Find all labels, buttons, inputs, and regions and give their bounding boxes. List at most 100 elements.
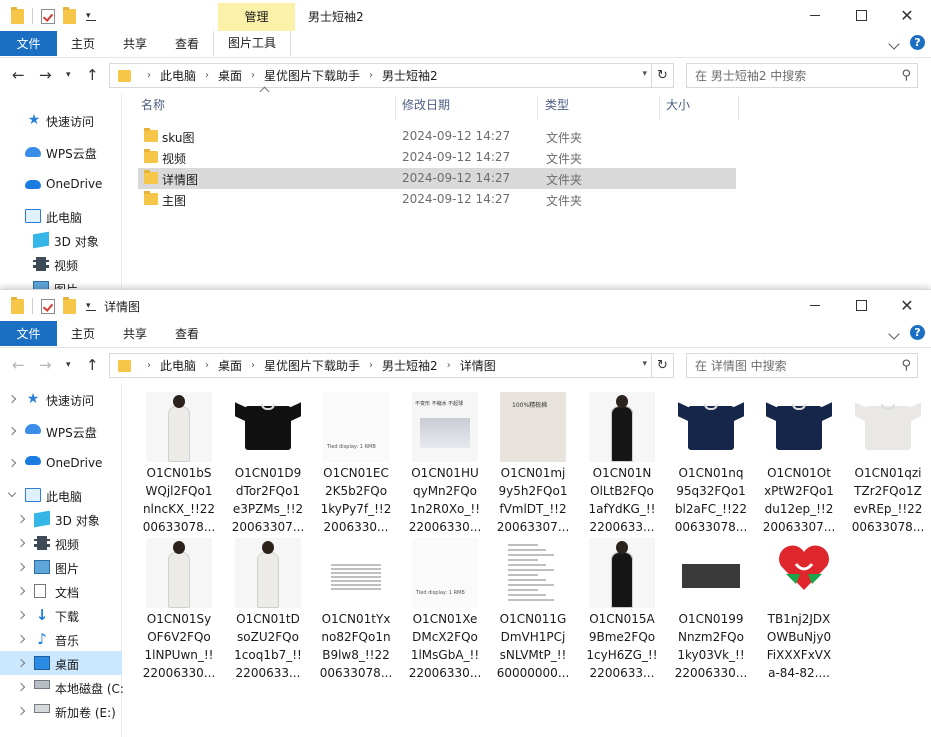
minimize-button[interactable] [792,290,838,321]
recent-dropdown-icon[interactable]: ▾ [66,70,71,80]
crumb-desktop[interactable]: 桌面 [218,357,242,374]
address-bar[interactable]: › 此电脑 › 桌面 › 星优图片下载助手 › 男士短袖2 ▾ ↻ [109,63,674,88]
file-thumbnail[interactable]: O1CN0199 Nnzm2FQo 1ky03Vk_!! 22006330... [668,538,754,683]
crumb-downloader[interactable]: 星优图片下载助手 [264,67,360,84]
nav-onedrive[interactable]: OneDrive [0,172,122,196]
chevron-right-icon[interactable] [16,562,26,572]
column-divider[interactable] [537,96,538,120]
search-input[interactable]: 在 男士短袖2 中搜索 ⚲ [686,63,918,88]
recent-dropdown-icon[interactable]: ▾ [66,360,71,370]
back-arrow-icon[interactable]: ← [12,66,25,84]
folder-icon[interactable] [11,6,24,24]
new-folder-icon[interactable] [63,6,76,24]
search-input[interactable]: 在 详情图 中搜索 ⚲ [686,353,918,378]
file-thumbnail[interactable]: O1CN011G DmVH1PCj sNLVMtP_!! 60000000... [490,538,576,683]
up-arrow-icon[interactable]: ↑ [86,66,99,84]
address-dropdown-icon[interactable]: ▾ [642,359,647,369]
tab-file[interactable]: 文件 [0,31,57,56]
table-row[interactable]: 详情图 2024-09-12 14:27 文件夹 [138,168,736,189]
nav-downloads[interactable]: ↓ 下载 [0,603,122,627]
column-header-date[interactable]: 修改日期 [402,96,450,118]
forward-arrow-icon[interactable]: → [39,356,52,374]
refresh-icon[interactable]: ↻ [651,354,673,377]
column-divider[interactable] [395,96,396,120]
tab-home[interactable]: 主页 [57,35,109,52]
file-thumbnail[interactable]: TB1nj2JDX OWBuNjy0 FiXXXFxVX a-84-82.... [756,538,842,683]
chevron-down-icon[interactable] [888,328,900,340]
nav-quick-access[interactable]: ★ 快速访问 [0,387,122,411]
file-thumbnail[interactable]: O1CN01bS WQjl2FQo1 nlncKX_!!22 00633078... [136,392,222,537]
chevron-down-icon[interactable] [7,488,17,498]
tab-view[interactable]: 查看 [161,325,213,342]
tab-home[interactable]: 主页 [57,325,109,342]
properties-icon[interactable] [41,8,55,24]
crumb-this-pc[interactable]: 此电脑 [160,67,196,84]
crumb-this-pc[interactable]: 此电脑 [160,357,196,374]
address-bar[interactable]: › 此电脑 › 桌面 › 星优图片下载助手 › 男士短袖2 › 详情图 ▾ ↻ [109,353,674,378]
chevron-right-icon[interactable] [16,610,26,620]
nav-desktop[interactable]: 桌面 [0,651,122,675]
nav-local-disk-c[interactable]: 本地磁盘 (C: [0,675,124,699]
nav-documents[interactable]: 文档 [0,579,122,603]
table-row[interactable]: sku图 2024-09-12 14:27 文件夹 [138,126,736,147]
forward-arrow-icon[interactable]: → [39,66,52,84]
close-button[interactable]: ✕ [884,290,930,321]
file-thumbnail[interactable]: O1CN01Ot xPtW2FQo1 du12ep_!!2 20063307... [756,392,842,537]
customize-toolbar-icon[interactable]: ▾ [86,301,96,311]
file-thumbnail[interactable]: 不变形 不缩水 不起球 O1CN01HU qyMn2FQo 1n2R0Xo_!! 220… [402,392,488,537]
file-thumbnail[interactable]: Tied display: 1 RMB O1CN01Xe DMcX2FQo 1lMsG… [402,538,488,683]
folder-icon[interactable] [11,296,24,314]
customize-toolbar-icon[interactable]: ▾ [86,11,96,21]
tab-share[interactable]: 共享 [109,35,161,52]
chevron-right-icon[interactable] [16,634,26,644]
file-thumbnail[interactable]: Tied display: 1 RMB O1CN01EC 2K5b2FQo 1kyPy… [313,392,399,537]
nav-this-pc[interactable]: 此电脑 [0,204,122,228]
nav-volume-e[interactable]: 新加卷 (E:) [0,699,122,723]
minimize-button[interactable] [792,0,838,31]
tab-manage[interactable]: 管理 [218,3,295,31]
nav-pictures[interactable]: 图片 [0,555,122,579]
crumb-downloader[interactable]: 星优图片下载助手 [264,357,360,374]
column-header-type[interactable]: 类型 [545,96,569,118]
table-row[interactable]: 视频 2024-09-12 14:27 文件夹 [138,147,736,168]
nav-3d-objects[interactable]: 3D 对象 [0,507,122,531]
file-thumbnail[interactable]: 100%精梳棉 O1CN01mj 9y5h2FQo1 fVmlDT_!!2 200633… [490,392,576,537]
nav-videos[interactable]: 视频 [0,252,122,276]
help-icon[interactable]: ? [910,35,925,50]
tab-share[interactable]: 共享 [109,325,161,342]
column-header-name[interactable]: 名称 [141,96,165,118]
nav-wps-cloud[interactable]: WPS云盘 [0,140,122,164]
file-thumbnail[interactable]: O1CN01tD soZU2FQo 1coq1b7_!! 2200633... [225,538,311,683]
crumb-desktop[interactable]: 桌面 [218,67,242,84]
properties-icon[interactable] [41,298,55,314]
help-icon[interactable]: ? [910,325,925,340]
chevron-right-icon[interactable] [7,394,17,404]
chevron-right-icon[interactable] [16,514,26,524]
maximize-button[interactable] [838,0,884,31]
column-divider[interactable] [659,96,660,120]
table-row[interactable]: 主图 2024-09-12 14:27 文件夹 [138,189,736,210]
chevron-down-icon[interactable] [888,38,900,50]
back-arrow-icon[interactable]: ← [12,356,25,374]
up-arrow-icon[interactable]: ↑ [86,356,99,374]
nav-this-pc[interactable]: 此电脑 [0,483,122,507]
file-thumbnail[interactable]: O1CN01tYx no82FQo1n B9lw8_!!22 00633078... [313,538,399,683]
chevron-right-icon[interactable] [16,538,26,548]
tab-picture-tools[interactable]: 图片工具 [213,31,292,56]
nav-3d-objects[interactable]: 3D 对象 [0,228,122,252]
tab-view[interactable]: 查看 [161,35,213,52]
nav-videos[interactable]: 视频 [0,531,122,555]
new-folder-icon[interactable] [63,296,76,314]
chevron-right-icon[interactable] [16,586,26,596]
chevron-right-icon[interactable] [7,426,17,436]
chevron-right-icon[interactable] [16,658,26,668]
file-thumbnail[interactable]: O1CN01Sy OF6V2FQo 1lNPUwn_!! 22006330... [136,538,222,683]
file-thumbnail[interactable]: O1CN01D9 dTor2FQo1 e3PZMs_!!2 20063307... [225,392,311,537]
address-dropdown-icon[interactable]: ▾ [642,69,647,79]
chevron-right-icon[interactable] [7,458,17,468]
chevron-right-icon[interactable] [16,682,26,692]
tab-file[interactable]: 文件 [0,321,57,346]
refresh-icon[interactable]: ↻ [651,64,673,87]
nav-quick-access[interactable]: ★ 快速访问 [0,108,122,132]
file-thumbnail[interactable]: O1CN015A 9Bme2FQo 1cyH6ZG_!! 2200633... [579,538,665,683]
